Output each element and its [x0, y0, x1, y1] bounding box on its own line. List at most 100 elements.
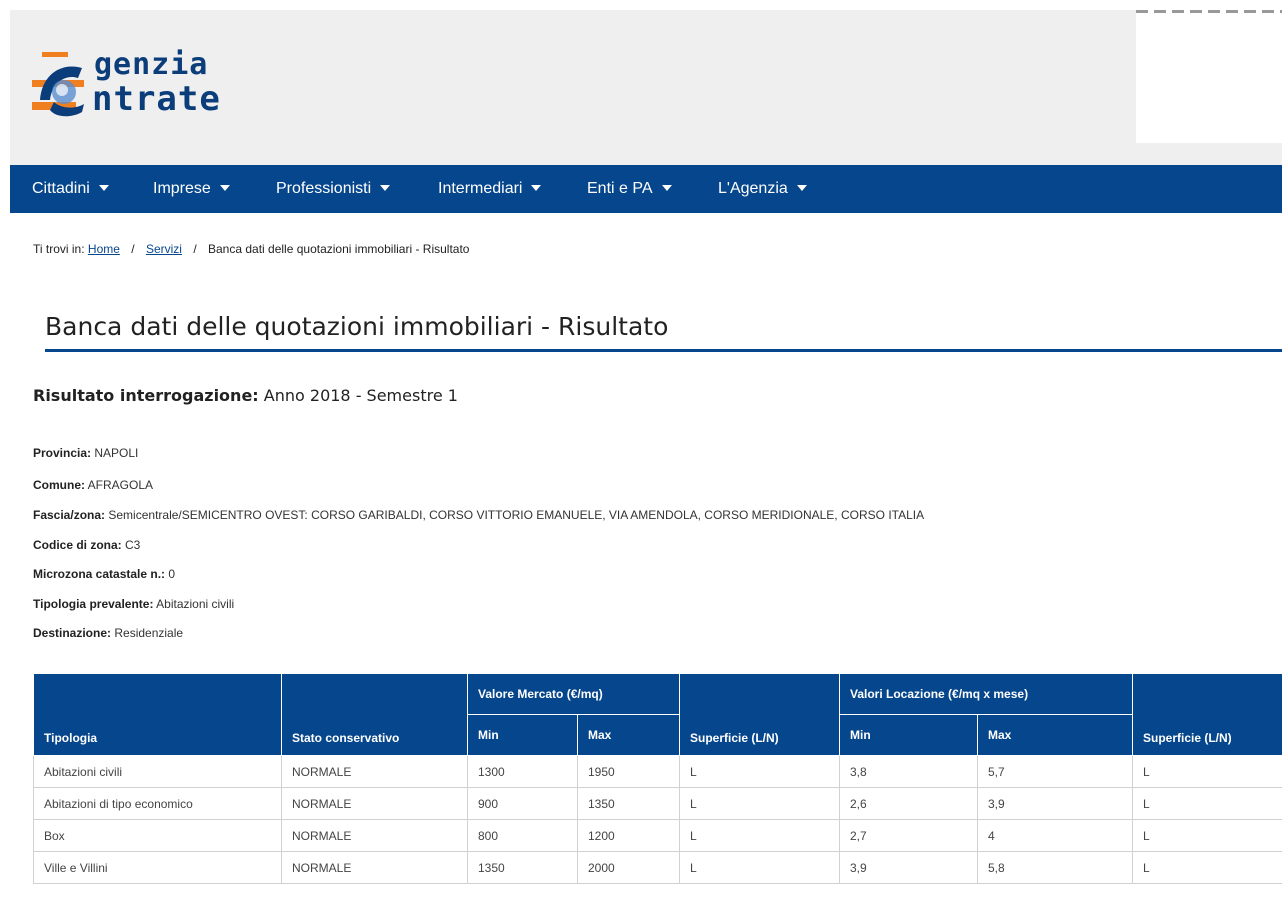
table-row: Box NORMALE 800 1200 L 2,7 4 L [33, 819, 1282, 852]
header-valori-locazione: Valori Locazione (€/mq x mese) [839, 673, 1133, 715]
info-codice-zona: Codice di zona: C3 [33, 538, 140, 552]
cell-tipologia: Box [33, 819, 282, 852]
nav-intermediari[interactable]: Intermediari [438, 165, 542, 213]
info-value: Abitazioni civili [156, 597, 235, 611]
result-label: Risultato interrogazione: [33, 386, 259, 405]
nav-label: Professionisti [276, 180, 372, 197]
nav-label: Intermediari [438, 180, 523, 197]
table-header-row: Tipologia Stato conservativo Valore Merc… [33, 673, 1282, 756]
breadcrumb-home-link[interactable]: Home [88, 242, 120, 256]
cell-mercato-min: 900 [467, 787, 578, 820]
breadcrumb-separator: / [193, 242, 197, 256]
header-mercato-max: Max [577, 714, 680, 756]
cell-tipologia: Abitazioni civili [33, 755, 282, 788]
cell-mercato-min: 1300 [467, 755, 578, 788]
cell-stato: NORMALE [281, 819, 468, 852]
nav-enti-pa[interactable]: Enti e PA [587, 165, 672, 213]
title-divider [45, 349, 1282, 352]
cell-mercato-min: 800 [467, 819, 578, 852]
agenzia-entrate-logo[interactable]: genzia ntrate [32, 32, 292, 132]
cell-superficie: L [1132, 819, 1282, 852]
cell-mercato-max: 1350 [577, 787, 680, 820]
breadcrumb-prefix: Ti trovi in: [33, 242, 85, 256]
info-fascia-zona: Fascia/zona: Semicentrale/SEMICENTRO OVE… [33, 508, 924, 522]
breadcrumb-servizi-link[interactable]: Servizi [146, 242, 182, 256]
nav-label: L'Agenzia [718, 180, 788, 197]
header-locazione-max: Max [977, 714, 1133, 756]
result-value: Anno 2018 - Semestre 1 [263, 386, 458, 405]
header-side-panel [1136, 10, 1282, 143]
info-comune: Comune: AFRAGOLA [33, 478, 153, 492]
caret-down-icon [796, 184, 807, 191]
cell-stato: NORMALE [281, 851, 468, 884]
cell-locazione-max: 3,9 [977, 787, 1133, 820]
nav-professionisti[interactable]: Professionisti [276, 165, 391, 213]
page-title: Banca dati delle quotazioni immobiliari … [45, 312, 669, 341]
cell-tipologia: Abitazioni di tipo economico [33, 787, 282, 820]
info-label: Provincia: [33, 446, 92, 460]
caret-down-icon [219, 184, 230, 191]
nav-imprese[interactable]: Imprese [153, 165, 230, 213]
info-value: Residenziale [114, 626, 184, 640]
header-side-strip [1136, 10, 1282, 13]
header-superficie-mercato: Superficie (L/N) [679, 673, 840, 756]
cell-mercato-max: 2000 [577, 851, 680, 884]
cell-superficie: L [1132, 787, 1282, 820]
cell-mercato-max: 1200 [577, 819, 680, 852]
cell-mercato-min: 1350 [467, 851, 578, 884]
info-label: Microzona catastale n.: [33, 567, 166, 581]
info-label: Fascia/zona: [33, 508, 106, 522]
cell-superficie: L [679, 755, 840, 788]
header-superficie-locazione: Superficie (L/N) [1132, 673, 1282, 756]
info-label: Comune: [33, 478, 85, 492]
caret-down-icon [98, 184, 109, 191]
header-stato-conservativo: Stato conservativo [281, 673, 468, 756]
info-value: 0 [168, 567, 176, 581]
logo-line-1: genzia [94, 47, 209, 82]
result-heading: Risultato interrogazione: Anno 2018 - Se… [33, 386, 458, 405]
info-destinazione: Destinazione: Residenziale [33, 626, 183, 640]
table-row: Abitazioni di tipo economico NORMALE 900… [33, 787, 1282, 820]
site-header: genzia ntrate [10, 10, 1282, 165]
nav-label: Imprese [153, 180, 211, 197]
info-value: C3 [125, 538, 141, 552]
cell-superficie: L [679, 819, 840, 852]
caret-down-icon [661, 184, 672, 191]
info-value: Semicentrale/SEMICENTRO OVEST: CORSO GAR… [108, 508, 925, 522]
nav-cittadini[interactable]: Cittadini [32, 165, 109, 213]
cell-mercato-max: 1950 [577, 755, 680, 788]
cell-stato: NORMALE [281, 755, 468, 788]
info-label: Destinazione: [33, 626, 112, 640]
cell-tipologia: Ville e Villini [33, 851, 282, 884]
caret-down-icon [380, 184, 391, 191]
header-valore-mercato: Valore Mercato (€/mq) [467, 673, 680, 715]
info-label: Tipologia prevalente: [33, 597, 154, 611]
table-row: Abitazioni civili NORMALE 1300 1950 L 3,… [33, 755, 1282, 788]
cell-locazione-max: 4 [977, 819, 1133, 852]
header-locazione-min: Min [839, 714, 978, 756]
info-value: AFRAGOLA [87, 478, 154, 492]
info-value: NAPOLI [94, 446, 139, 460]
breadcrumb-separator: / [131, 242, 135, 256]
logo-line-2: ntrate [92, 79, 221, 119]
cell-locazione-min: 2,7 [839, 819, 978, 852]
cell-locazione-max: 5,7 [977, 755, 1133, 788]
cell-superficie: L [1132, 851, 1282, 884]
header-mercato-min: Min [467, 714, 578, 756]
nav-label: Cittadini [32, 180, 90, 197]
nav-agenzia[interactable]: L'Agenzia [718, 165, 807, 213]
breadcrumb-current: Banca dati delle quotazioni immobiliari … [208, 242, 470, 256]
info-tipologia-prevalente: Tipologia prevalente: Abitazioni civili [33, 597, 234, 611]
cell-superficie: L [679, 851, 840, 884]
info-label: Codice di zona: [33, 538, 122, 552]
header-tipologia: Tipologia [33, 673, 282, 756]
info-provincia: Provincia: NAPOLI [33, 446, 138, 460]
cell-locazione-max: 5,8 [977, 851, 1133, 884]
table-row: Ville e Villini NORMALE 1350 2000 L 3,9 … [33, 851, 1282, 884]
cell-stato: NORMALE [281, 787, 468, 820]
cell-superficie: L [679, 787, 840, 820]
breadcrumb: Ti trovi in: Home / Servizi / Banca dati… [33, 242, 469, 256]
cell-locazione-min: 3,8 [839, 755, 978, 788]
logo-a-icon [32, 52, 84, 117]
quotazioni-table: Tipologia Stato conservativo Valore Merc… [33, 673, 1282, 884]
